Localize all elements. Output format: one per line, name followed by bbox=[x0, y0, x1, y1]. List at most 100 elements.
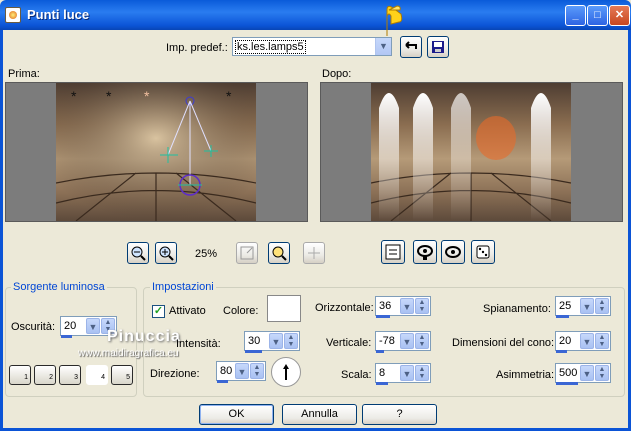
title-bar[interactable]: Punti luce _ □ ✕ bbox=[0, 0, 631, 30]
window-title: Punti luce bbox=[27, 7, 90, 22]
intensity-slider[interactable] bbox=[245, 350, 262, 353]
lamp-preset-1-button[interactable]: 1 bbox=[9, 365, 31, 385]
flatten-label: Spianamento: bbox=[483, 303, 551, 315]
maximize-button[interactable]: □ bbox=[587, 5, 608, 26]
asymmetry-label: Asimmetria: bbox=[496, 369, 555, 381]
cancel-button[interactable]: Annulla bbox=[282, 404, 357, 425]
color-label: Colore: bbox=[223, 305, 259, 317]
before-image: * * * * bbox=[56, 83, 256, 221]
asymmetry-slider[interactable] bbox=[556, 382, 578, 385]
intensity-spinner[interactable]: 30 ▼ ▲ ▼ bbox=[244, 331, 300, 353]
flatten-slider[interactable] bbox=[556, 315, 569, 318]
ok-button[interactable]: OK bbox=[199, 404, 274, 425]
direction-arrow-icon bbox=[283, 364, 289, 380]
flatten-value: 25 bbox=[559, 300, 572, 312]
stepper-arrows-icon[interactable]: ▲ ▼ bbox=[595, 333, 609, 349]
cone-size-slider[interactable] bbox=[556, 350, 567, 353]
enabled-label: Attivato bbox=[169, 305, 206, 317]
direction-dial[interactable] bbox=[271, 357, 301, 387]
fit-window-icon[interactable] bbox=[236, 242, 258, 264]
chevron-down-icon[interactable]: ▼ bbox=[269, 333, 283, 349]
flatten-spinner[interactable]: 25 ▼ ▲ ▼ bbox=[555, 296, 611, 318]
scale-slider[interactable] bbox=[376, 382, 388, 385]
svg-text:*: * bbox=[106, 88, 112, 104]
scale-value: 8 bbox=[379, 367, 386, 379]
close-button[interactable]: ✕ bbox=[609, 5, 630, 26]
stepper-arrows-icon[interactable]: ▲ ▼ bbox=[415, 298, 429, 314]
svg-text:*: * bbox=[144, 88, 150, 104]
lamp-preset-5-button[interactable]: 5 bbox=[111, 365, 133, 385]
preset-value: ks.les.lamps5 bbox=[235, 40, 306, 54]
darkness-value: 20 bbox=[64, 320, 77, 332]
horizontal-value: 36 bbox=[379, 300, 392, 312]
vertical-value: -78 bbox=[379, 335, 395, 347]
scale-label: Scala: bbox=[341, 369, 372, 381]
color-swatch[interactable] bbox=[267, 295, 301, 322]
before-preview[interactable]: * * * * bbox=[5, 82, 308, 222]
stepper-arrows-icon[interactable]: ▲ ▼ bbox=[284, 333, 298, 349]
asymmetry-value: 500 bbox=[559, 367, 578, 379]
svg-text:*: * bbox=[71, 88, 77, 104]
chevron-down-icon[interactable]: ▼ bbox=[86, 318, 100, 334]
eye-icon[interactable] bbox=[441, 240, 465, 264]
lamp-preset-4-button[interactable]: 4 bbox=[86, 365, 108, 385]
horizontal-spinner[interactable]: 36 ▼ ▲ ▼ bbox=[375, 296, 431, 318]
zoom-out-icon[interactable] bbox=[127, 242, 149, 264]
chevron-down-icon[interactable]: ▼ bbox=[580, 298, 594, 314]
vertical-slider[interactable] bbox=[376, 350, 384, 353]
intensity-value: 30 bbox=[248, 335, 261, 347]
after-preview[interactable] bbox=[320, 82, 623, 222]
svg-text:*: * bbox=[226, 88, 232, 104]
light-source-title: Sorgente luminosa bbox=[11, 281, 107, 293]
intensity-label: Intensità: bbox=[176, 338, 221, 350]
horizontal-label: Orizzontale: bbox=[315, 302, 374, 314]
cone-size-label: Dimensioni del cono: bbox=[452, 337, 555, 349]
before-label: Prima: bbox=[8, 68, 40, 80]
darkness-slider[interactable] bbox=[61, 335, 72, 338]
chevron-down-icon[interactable]: ▼ bbox=[400, 365, 414, 381]
direction-value: 80 bbox=[220, 365, 233, 377]
chevron-down-icon[interactable]: ▼ bbox=[235, 363, 249, 379]
preset-dropdown[interactable]: ks.les.lamps5 ▼ bbox=[232, 37, 392, 56]
chevron-down-icon[interactable]: ▼ bbox=[375, 38, 391, 55]
chevron-down-icon[interactable]: ▼ bbox=[400, 333, 414, 349]
preview-toggle-icon[interactable] bbox=[381, 240, 405, 264]
after-image bbox=[371, 83, 571, 221]
zoom-level: 25% bbox=[195, 248, 218, 260]
chevron-down-icon[interactable]: ▼ bbox=[580, 333, 594, 349]
darkness-label: Oscurità: bbox=[11, 321, 56, 333]
proof-icon[interactable] bbox=[413, 240, 437, 264]
stepper-arrows-icon[interactable]: ▲ ▼ bbox=[415, 333, 429, 349]
cone-size-value: 20 bbox=[559, 335, 572, 347]
save-icon[interactable] bbox=[427, 36, 449, 58]
cone-size-spinner[interactable]: 20 ▼ ▲ ▼ bbox=[555, 331, 611, 353]
stepper-arrows-icon[interactable]: ▲ ▼ bbox=[595, 365, 609, 381]
pointing-hand-icon bbox=[386, 5, 403, 36]
enabled-checkbox[interactable]: ✓ bbox=[152, 305, 165, 318]
stepper-arrows-icon[interactable]: ▲ ▼ bbox=[250, 363, 264, 379]
horizontal-slider[interactable] bbox=[376, 315, 390, 318]
after-label: Dopo: bbox=[322, 68, 352, 80]
stepper-arrows-icon[interactable]: ▲ ▼ bbox=[415, 365, 429, 381]
chevron-down-icon[interactable]: ▼ bbox=[400, 298, 414, 314]
chevron-down-icon[interactable]: ▼ bbox=[580, 365, 594, 381]
vertical-spinner[interactable]: -78 ▼ ▲ ▼ bbox=[375, 331, 431, 353]
zoom-actual-icon[interactable] bbox=[268, 242, 290, 264]
zoom-in-icon[interactable] bbox=[155, 242, 177, 264]
app-icon bbox=[5, 7, 21, 23]
minimize-button[interactable]: _ bbox=[565, 5, 586, 26]
scale-spinner[interactable]: 8 ▼ ▲ ▼ bbox=[375, 363, 431, 385]
direction-slider[interactable] bbox=[217, 380, 228, 383]
lamp-preset-3-button[interactable]: 3 bbox=[59, 365, 81, 385]
lamp-preset-2-button[interactable]: 2 bbox=[34, 365, 56, 385]
reset-icon[interactable] bbox=[400, 36, 422, 58]
direction-spinner[interactable]: 80 ▼ ▲ ▼ bbox=[216, 361, 266, 383]
pan-icon[interactable] bbox=[303, 242, 325, 264]
stepper-arrows-icon[interactable]: ▲ ▼ bbox=[595, 298, 609, 314]
help-button[interactable]: ? bbox=[362, 404, 437, 425]
randomize-dice-icon[interactable] bbox=[471, 240, 495, 264]
settings-title: Impostazioni bbox=[150, 281, 216, 293]
direction-label: Direzione: bbox=[150, 368, 200, 380]
asymmetry-spinner[interactable]: 500 ▼ ▲ ▼ bbox=[555, 363, 611, 385]
vertical-label: Verticale: bbox=[326, 337, 372, 349]
